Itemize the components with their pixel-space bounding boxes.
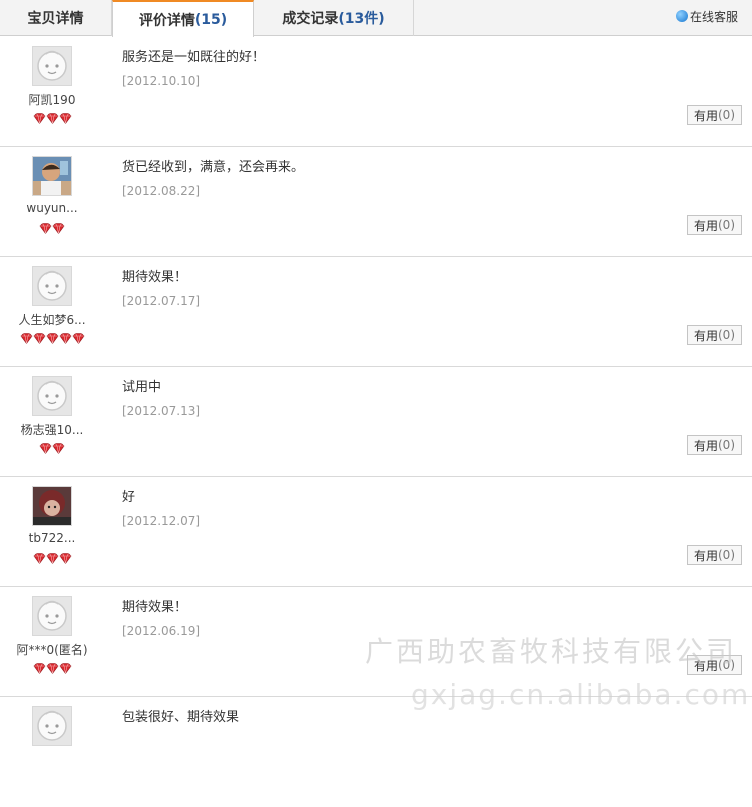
review-date: [2012.06.19] (122, 624, 201, 638)
diamond-icon (59, 549, 72, 565)
diamond-icon (72, 329, 85, 345)
tab-transactions[interactable]: 成交记录 (13件) (254, 0, 414, 36)
useful-count: (0) (718, 438, 735, 452)
review-row: wuyun... 货已经收到，满意，还会再来。 [2012.08.22] 有用 (0) (0, 147, 752, 257)
useful-button[interactable]: 有用 (0) (686, 215, 742, 235)
default-avatar-icon[interactable] (32, 46, 72, 86)
diamond-icon (46, 659, 59, 675)
diamond-icon (39, 219, 52, 235)
diamond-icon (33, 109, 46, 125)
default-avatar-icon[interactable] (32, 266, 72, 306)
online-service-link[interactable]: 在线客服 (675, 7, 738, 25)
review-comment: 试用中 (122, 380, 162, 395)
diamond-icon (39, 439, 52, 455)
default-avatar-icon[interactable] (32, 596, 72, 636)
watermark-url: gxjag.cn.alibaba.com (411, 678, 751, 711)
useful-button[interactable]: 有用 (0) (686, 105, 742, 125)
tab-count: (15) (194, 11, 228, 28)
review-row: tb722... 好 [2012.12.07] 有用 (0) (0, 477, 752, 587)
diamond-icon (20, 329, 33, 345)
review-comment: 服务还是一如既往的好！ (122, 50, 266, 65)
user-avatar[interactable] (32, 486, 72, 526)
review-date: [2012.10.10] (122, 74, 201, 88)
diamond-icon (59, 659, 72, 675)
chat-bubble-icon (675, 10, 688, 22)
diamond-icon (46, 329, 59, 345)
useful-button[interactable]: 有用 (0) (686, 435, 742, 455)
credit-rating (0, 329, 104, 345)
diamond-icon (52, 439, 65, 455)
reviewer-name[interactable]: wuyun... (0, 201, 104, 215)
default-avatar-icon[interactable] (32, 706, 72, 746)
diamond-icon (46, 549, 59, 565)
reviewer-name[interactable]: 人生如梦6... (0, 311, 104, 328)
useful-button[interactable]: 有用 (0) (686, 545, 742, 565)
credit-rating (0, 549, 104, 565)
tab-bar: 宝贝详情 评价详情 (15) 成交记录 (13件) 在线客服 (0, 0, 752, 37)
online-service-label: 在线客服 (689, 9, 738, 24)
review-comment: 期待效果！ (122, 270, 188, 285)
reviewer-name[interactable]: 阿凯190 (0, 91, 104, 108)
credit-rating (0, 659, 104, 675)
user-avatar[interactable] (32, 156, 72, 196)
review-comment: 包装很好、期待效果 (122, 710, 240, 725)
review-date: [2012.12.07] (122, 514, 201, 528)
tab-item-details[interactable]: 宝贝详情 (0, 0, 112, 36)
useful-label: 有用 (693, 548, 718, 563)
review-date: [2012.07.13] (122, 404, 201, 418)
review-row: 人生如梦6... 期待效果！ [2012.07.17] 有用 (0) (0, 257, 752, 367)
tab-label: 评价详情 (138, 12, 195, 29)
diamond-icon (52, 219, 65, 235)
review-row: 包装很好、期待效果 (0, 697, 752, 807)
watermark-company: 广西助农畜牧科技有限公司 (365, 635, 738, 668)
useful-count: (0) (718, 328, 735, 342)
review-row: 阿凯190 服务还是一如既往的好！ [2012.10.10] 有用 (0) (0, 37, 752, 147)
useful-label: 有用 (693, 438, 718, 453)
useful-label: 有用 (693, 108, 718, 123)
credit-rating (0, 219, 104, 235)
diamond-icon (33, 329, 46, 345)
useful-count: (0) (718, 218, 735, 232)
review-comment: 期待效果！ (122, 600, 188, 615)
review-date: [2012.08.22] (122, 184, 201, 198)
diamond-icon (59, 329, 72, 345)
tab-label: 宝贝详情 (27, 11, 84, 27)
credit-rating (0, 109, 104, 125)
useful-label: 有用 (693, 218, 718, 233)
useful-count: (0) (718, 548, 735, 562)
reviewer-name[interactable]: tb722... (0, 531, 104, 545)
credit-rating (0, 439, 104, 455)
diamond-icon (46, 109, 59, 125)
tab-count: (13件) (338, 11, 385, 27)
reviewer-name[interactable]: 杨志强10... (0, 421, 104, 438)
useful-button[interactable]: 有用 (0) (686, 325, 742, 345)
review-comment: 好 (122, 490, 136, 505)
default-avatar-icon[interactable] (32, 376, 72, 416)
reviewer-name[interactable]: 阿***0(匿名) (0, 641, 104, 658)
diamond-icon (59, 109, 72, 125)
useful-label: 有用 (693, 328, 718, 343)
tab-reviews[interactable]: 评价详情 (15) (112, 0, 254, 37)
review-row: 杨志强10... 试用中 [2012.07.13] 有用 (0) (0, 367, 752, 477)
review-date: [2012.07.17] (122, 294, 201, 308)
tab-label: 成交记录 (282, 11, 339, 27)
useful-count: (0) (718, 108, 735, 122)
diamond-icon (33, 659, 46, 675)
review-comment: 货已经收到，满意，还会再来。 (122, 160, 305, 175)
diamond-icon (33, 549, 46, 565)
